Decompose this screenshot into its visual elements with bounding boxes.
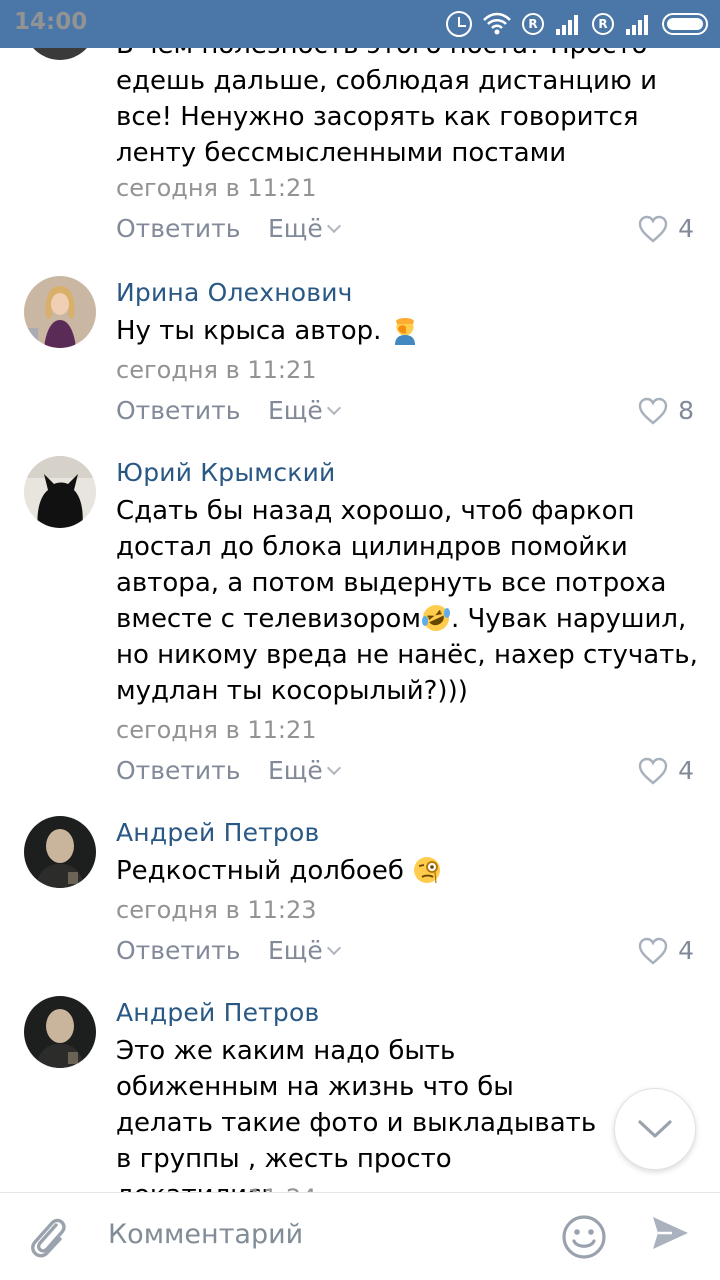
reply-button[interactable]: Ответить — [116, 214, 240, 243]
heart-icon — [638, 937, 668, 965]
more-label: Ещё — [268, 396, 323, 425]
chevron-down-icon — [326, 940, 341, 956]
avatar[interactable] — [24, 816, 96, 888]
avatar-photo — [24, 816, 96, 888]
more-button[interactable]: Ещё — [268, 396, 341, 425]
signal-icon — [626, 15, 648, 35]
signal-icon — [556, 15, 578, 35]
comment-text: Сдать бы назад хорошо, чтоб фаркоп доста… — [116, 493, 706, 709]
alarm-icon — [446, 11, 472, 37]
reply-button[interactable]: Ответить — [116, 756, 240, 785]
like-button[interactable]: 4 — [638, 214, 694, 243]
comment-time: сегодня в 11:24 — [116, 1184, 317, 1192]
avatar-photo — [24, 996, 96, 1068]
facepalm-emoji-icon — [394, 318, 415, 345]
comment-time: сегодня в 11:23 — [116, 896, 317, 924]
more-button[interactable]: Ещё — [268, 756, 341, 785]
battery-icon — [662, 13, 708, 35]
wifi-icon — [483, 12, 511, 35]
comment-actions: Ответить Ещё 4 — [116, 756, 706, 792]
comment-item: Андрей Петров Редкостный долбоеб сегодня… — [0, 802, 720, 982]
like-button[interactable]: 4 — [638, 756, 694, 785]
like-button[interactable]: 8 — [638, 396, 694, 425]
comment-actions: Ответить Ещё 4 — [116, 936, 706, 972]
comment-author[interactable]: Юрий Крымский — [116, 458, 335, 487]
comment-text-body: Ну ты крыса автор. — [116, 316, 390, 346]
comment-author[interactable]: Андрей Петров — [116, 998, 319, 1027]
status-time: 14:00 — [14, 9, 88, 35]
scroll-down-button[interactable] — [614, 1088, 696, 1170]
avatar[interactable] — [24, 276, 96, 348]
comment-author[interactable]: Андрей Петров — [116, 818, 319, 847]
comments-feed: В чем полезность этого поста? Просто еде… — [0, 0, 720, 1192]
more-label: Ещё — [268, 756, 323, 785]
like-button[interactable]: 4 — [638, 936, 694, 965]
comment-author[interactable]: Ирина Олехнович — [116, 278, 353, 307]
avatar-photo — [24, 276, 96, 348]
comment-time: сегодня в 11:21 — [116, 356, 317, 384]
comment-actions: Ответить Ещё 4 — [116, 214, 706, 250]
sim-badge-icon: R — [592, 13, 614, 35]
comment-time: сегодня в 11:21 — [116, 716, 317, 744]
like-count: 4 — [678, 756, 694, 785]
reply-button[interactable]: Ответить — [116, 936, 240, 965]
attach-icon[interactable] — [26, 1213, 70, 1261]
emoji-picker-icon[interactable] — [560, 1213, 608, 1261]
heart-icon — [638, 215, 668, 243]
avatar-photo — [24, 456, 96, 528]
like-count: 4 — [678, 936, 694, 965]
more-button[interactable]: Ещё — [268, 936, 341, 965]
comment-text-body: Редкостный долбоеб — [116, 856, 413, 886]
sim-badge-icon: R — [522, 13, 544, 35]
more-label: Ещё — [268, 214, 323, 243]
like-count: 8 — [678, 396, 694, 425]
comment-text: Ну ты крыса автор. — [116, 313, 706, 349]
comment-item: Ирина Олехнович Ну ты крыса автор. сегод… — [0, 262, 720, 442]
chevron-down-icon — [326, 218, 341, 234]
monocle-face-emoji-icon — [414, 857, 441, 884]
avatar[interactable] — [24, 996, 96, 1068]
comment-composer: Комментарий — [0, 1192, 720, 1280]
comment-item: Андрей Петров Это же каким надо быть оби… — [0, 982, 720, 1192]
like-count: 4 — [678, 214, 694, 243]
send-icon[interactable] — [650, 1213, 690, 1253]
comment-text: Редкостный долбоеб — [116, 853, 706, 889]
more-button[interactable]: Ещё — [268, 214, 341, 243]
comment-item: Юрий Крымский Сдать бы назад хорошо, что… — [0, 442, 720, 802]
more-label: Ещё — [268, 936, 323, 965]
heart-icon — [638, 757, 668, 785]
comment-text: Это же каким надо быть обиженным на жизн… — [116, 1036, 597, 1192]
comment-text: В чем полезность этого поста? Просто еде… — [116, 30, 657, 168]
chevron-down-icon — [326, 400, 341, 416]
comment-input[interactable]: Комментарий — [108, 1219, 303, 1250]
status-icons: R R — [446, 9, 708, 39]
heart-icon — [638, 397, 668, 425]
chevron-down-icon — [638, 1120, 672, 1138]
rofl-emoji-icon — [421, 605, 450, 631]
avatar[interactable] — [24, 456, 96, 528]
status-bar: 14:00 R R — [0, 0, 720, 48]
reply-button[interactable]: Ответить — [116, 396, 240, 425]
comment-actions: Ответить Ещё 8 — [116, 396, 706, 432]
chevron-down-icon — [326, 760, 341, 776]
comment-time: сегодня в 11:21 — [116, 174, 317, 202]
